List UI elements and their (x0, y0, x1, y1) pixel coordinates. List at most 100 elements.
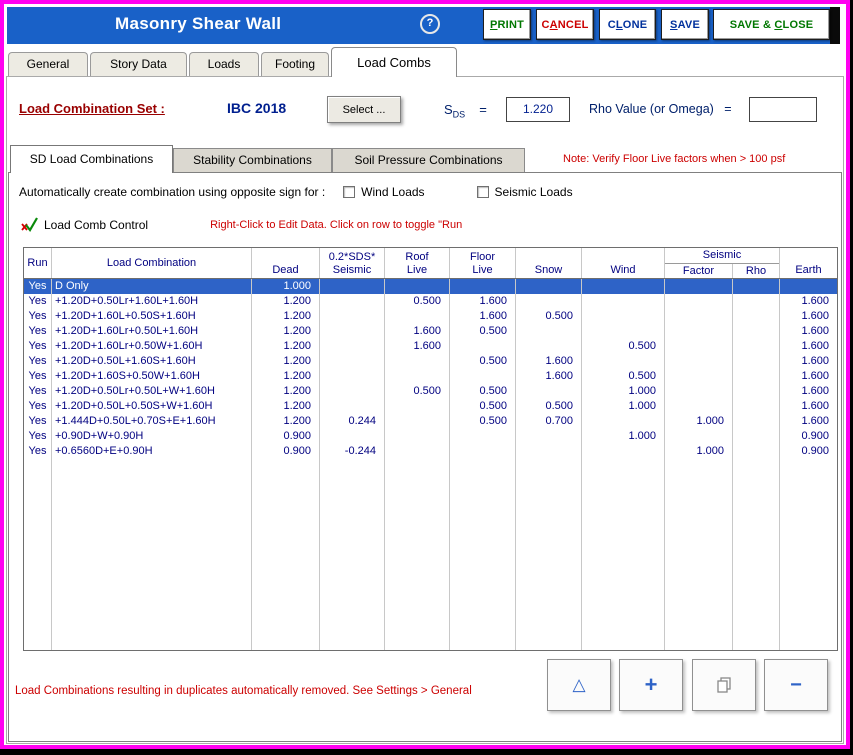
cell-dead: 1.200 (252, 384, 320, 399)
cell-run: Yes (24, 294, 52, 309)
table-row[interactable]: Yes +0.6560D+E+0.90H 0.900 -0.244 1.000 … (24, 444, 837, 459)
cell-dead: 0.900 (252, 429, 320, 444)
load-comb-control-label: Load Comb Control (44, 217, 149, 232)
header-dead: Dead (252, 248, 320, 278)
table-row[interactable]: Yes +1.20D+1.60L+0.50S+1.60H 1.200 1.600… (24, 309, 837, 324)
cell-seismic-factor: 1.000 (665, 414, 733, 429)
table-row[interactable]: Yes +1.20D+0.50Lr+0.50L+W+1.60H 1.200 0.… (24, 384, 837, 399)
cell-snow (516, 294, 582, 309)
tab-loads[interactable]: Loads (189, 52, 259, 77)
cell-wind (582, 354, 665, 369)
cell-earth (780, 279, 837, 294)
help-icon[interactable]: ? (420, 14, 440, 34)
load-comb-control-row: Load Comb Control Right-Click to Edit Da… (21, 217, 462, 232)
cell-seismic-sds (320, 429, 385, 444)
table-row[interactable]: Yes +1.20D+0.50Lr+1.60L+1.60H 1.200 0.50… (24, 294, 837, 309)
header-snow: Snow (516, 248, 582, 278)
clone-button[interactable]: CLONE (599, 9, 656, 40)
cell-snow (516, 324, 582, 339)
cell-floor-live (450, 444, 516, 459)
cell-snow (516, 339, 582, 354)
table-row[interactable]: Yes +1.20D+1.60Lr+0.50W+1.60H 1.200 1.60… (24, 339, 837, 354)
cell-seismic-factor: 1.000 (665, 444, 733, 459)
tab-story-data[interactable]: Story Data (90, 52, 187, 77)
cell-wind: 0.500 (582, 369, 665, 384)
table-row[interactable]: Yes +1.20D+1.60S+0.50W+1.60H 1.200 1.600… (24, 369, 837, 384)
subtab-stability-combinations[interactable]: Stability Combinations (173, 148, 332, 173)
table-row[interactable]: Yes +1.20D+0.50L+0.50S+W+1.60H 1.200 0.5… (24, 399, 837, 414)
cell-rho (733, 414, 780, 429)
cell-roof-live (385, 354, 450, 369)
table-row[interactable]: Yes +1.20D+1.60Lr+0.50L+1.60H 1.200 1.60… (24, 324, 837, 339)
add-row-button[interactable]: + (619, 659, 683, 711)
cell-wind: 1.000 (582, 384, 665, 399)
cell-roof-live: 1.600 (385, 324, 450, 339)
cell-dead: 1.200 (252, 354, 320, 369)
copy-row-button[interactable] (692, 659, 756, 711)
cell-seismic-factor (665, 309, 733, 324)
print-button[interactable]: PRINT (483, 9, 531, 40)
cell-seismic-factor (665, 399, 733, 414)
edit-hint: Right-Click to Edit Data. Click on row t… (210, 218, 463, 231)
header-load-combination: Load Combination (52, 248, 252, 278)
cell-roof-live (385, 444, 450, 459)
move-up-button[interactable]: △ (547, 659, 611, 711)
cell-run: Yes (24, 384, 52, 399)
cell-dead: 1.200 (252, 399, 320, 414)
cell-dead: 1.200 (252, 369, 320, 384)
cell-roof-live (385, 309, 450, 324)
cell-run: Yes (24, 279, 52, 294)
cell-seismic-sds (320, 399, 385, 414)
cell-earth: 0.900 (801, 445, 829, 457)
sds-value-field[interactable]: 1.220 (506, 97, 570, 122)
cell-run: Yes (24, 324, 52, 339)
cell-run: Yes (24, 369, 52, 384)
seismic-loads-checkbox[interactable] (476, 186, 489, 198)
cell-dead: 1.200 (252, 414, 320, 429)
cell-wind: 0.500 (582, 339, 665, 354)
cell-wind (582, 294, 665, 309)
cell-rho (733, 384, 780, 399)
cancel-button[interactable]: CANCEL (536, 9, 594, 40)
cell-seismic-sds (320, 384, 385, 399)
cell-run: Yes (24, 429, 52, 444)
cell-seismic-factor (665, 279, 733, 294)
subtab-soil-pressure-combinations[interactable]: Soil Pressure Combinations (332, 148, 525, 173)
save-close-button[interactable]: SAVE & CLOSE (713, 9, 830, 40)
table-row[interactable]: Yes D Only 1.000 (24, 279, 837, 294)
save-button[interactable]: SAVE (661, 9, 709, 40)
cell-floor-live (450, 339, 516, 354)
rho-value-field[interactable] (749, 97, 817, 122)
cell-load-combination: +1.20D+1.60Lr+0.50W+1.60H (52, 339, 252, 354)
cell-dead: 1.000 (252, 279, 320, 294)
cell-wind: 1.000 (582, 429, 665, 444)
window-title: Masonry Shear Wall (115, 14, 282, 33)
cell-earth: 1.600 (801, 385, 829, 397)
cell-dead: 1.200 (252, 324, 320, 339)
header-seismic-group: Seismic Factor Rho (665, 248, 780, 278)
cell-wind (582, 279, 665, 294)
cell-rho (733, 339, 780, 354)
cell-snow (516, 384, 582, 399)
cell-earth: 1.600 (801, 295, 829, 307)
cell-seismic-factor (665, 384, 733, 399)
cell-roof-live (385, 369, 450, 384)
tab-load-combs[interactable]: Load Combs (331, 47, 457, 77)
cell-seismic-factor (665, 429, 733, 444)
tab-footing[interactable]: Footing (261, 52, 329, 77)
subtab-sd-load-combinations[interactable]: SD Load Combinations (10, 145, 173, 173)
table-row[interactable]: Yes +1.444D+0.50L+0.70S+E+1.60H 1.200 0.… (24, 414, 837, 429)
table-row[interactable]: Yes +0.90D+W+0.90H 0.900 1.000 0.900 (24, 429, 837, 444)
cell-rho (733, 294, 780, 309)
cell-seismic-sds (320, 369, 385, 384)
delete-row-button[interactable]: − (764, 659, 828, 711)
wind-loads-checkbox[interactable] (343, 186, 356, 198)
table-row[interactable]: Yes +1.20D+0.50L+1.60S+1.60H 1.200 0.500… (24, 354, 837, 369)
cell-seismic-factor (665, 369, 733, 384)
cell-run: Yes (24, 444, 52, 459)
header-rho: Rho (745, 265, 767, 277)
cell-floor-live: 0.500 (450, 324, 516, 339)
select-combo-set-button[interactable]: Select ... (327, 96, 401, 123)
tab-general[interactable]: General (8, 52, 88, 77)
cell-rho (733, 429, 780, 444)
